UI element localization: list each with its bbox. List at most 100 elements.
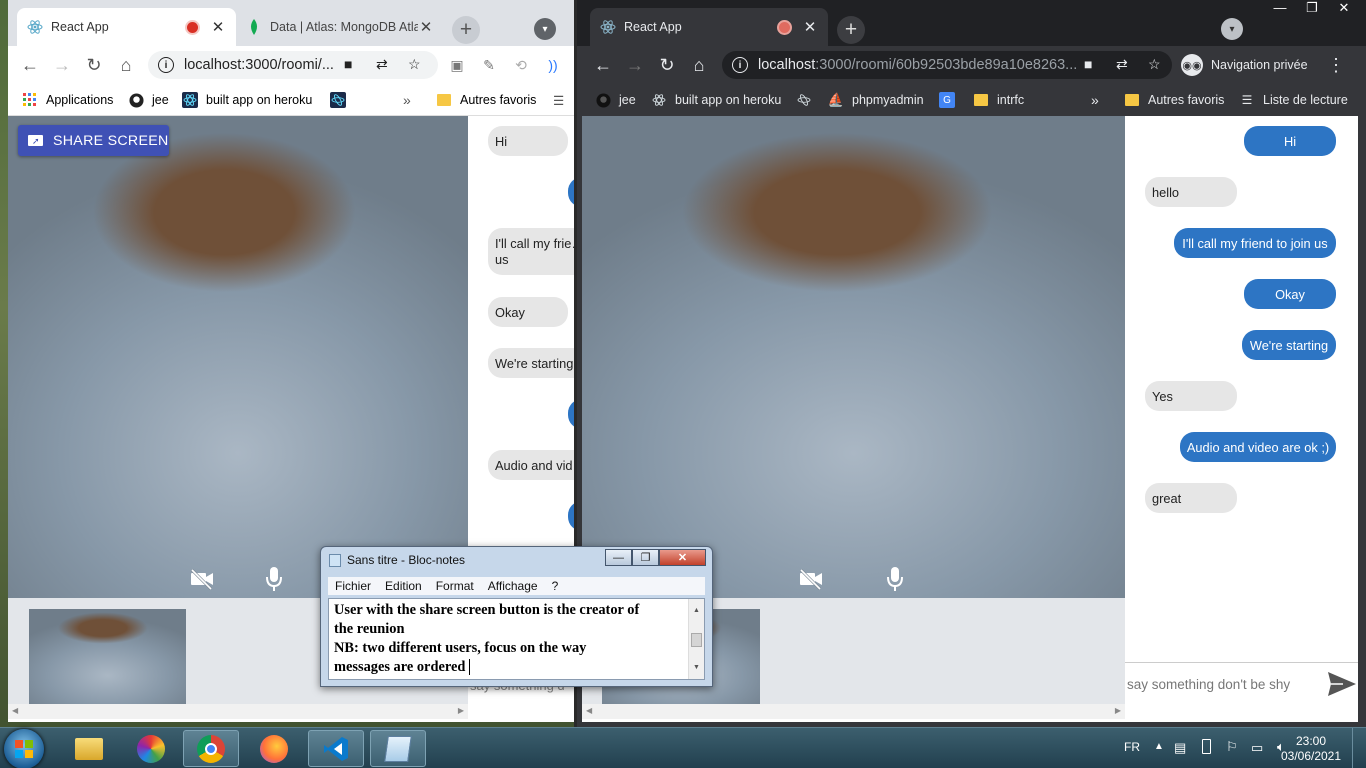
display-icon[interactable]: ▭ <box>1251 740 1263 756</box>
bookmark-intrfc[interactable]: intrfc <box>973 89 1024 111</box>
bookmark-heroku[interactable]: built app on heroku <box>651 89 781 111</box>
tab-search-icon[interactable]: ▾ <box>534 18 556 40</box>
reload-icon[interactable]: ↻ <box>82 53 106 77</box>
bookmark-heroku[interactable]: built app on heroku <box>182 89 312 111</box>
more-menu-icon[interactable]: ⋮ <box>1324 53 1348 77</box>
local-video <box>8 116 468 598</box>
phpmyadmin-icon: ⛵ <box>827 92 845 107</box>
menu-fichier[interactable]: Fichier <box>335 579 371 593</box>
bookmark-react[interactable] <box>330 89 354 111</box>
bookmark-label: Applications <box>46 93 114 107</box>
microphone-icon[interactable] <box>260 565 288 593</box>
close-tab-icon[interactable]: ✕ <box>802 18 818 36</box>
bookmark-jee[interactable]: jee <box>595 89 636 111</box>
participant-thumbnail[interactable] <box>29 609 186 704</box>
aperture-icon <box>137 734 165 763</box>
horizontal-scrollbar[interactable]: ◀ ▶ <box>8 704 468 719</box>
bookmark-other-favorites[interactable]: Autres favoris <box>436 89 536 111</box>
extension-icon[interactable]: ▣ <box>445 53 469 77</box>
send-icon[interactable] <box>1327 671 1357 697</box>
bookmark-star-icon[interactable]: ☆ <box>408 56 421 73</box>
back-icon[interactable]: ← <box>18 53 42 77</box>
action-center-icon[interactable]: ⚐ <box>1226 739 1238 755</box>
forward-icon[interactable]: → <box>50 53 74 77</box>
bookmark-other-favorites[interactable]: Autres favoris <box>1124 89 1224 111</box>
close-window-icon[interactable]: ✕ <box>1332 0 1356 16</box>
eyedropper-icon[interactable]: ✎ <box>477 53 501 77</box>
left-tab-mongodb[interactable]: Data | Atlas: MongoDB Atlas ✕ <box>236 8 444 46</box>
right-bookmarks-bar: jee built app on heroku ⛵ phpmyadmin G i… <box>577 84 1366 116</box>
bookmarks-overflow-icon[interactable]: » <box>403 89 411 111</box>
tab-search-icon[interactable]: ▾ <box>1221 18 1243 40</box>
tab-title: Data | Atlas: MongoDB Atlas <box>270 20 418 34</box>
taskbar-notepad[interactable] <box>370 730 426 767</box>
window-controls: — ❐ ✕ <box>1268 0 1356 16</box>
minimize-icon[interactable]: — <box>1268 0 1292 16</box>
share-screen-button[interactable]: ➚ SHARE SCREEN <box>18 125 169 156</box>
menu-edition[interactable]: Edition <box>385 579 422 593</box>
right-tab-strip: React App ✕ + ▾ <box>577 0 1366 46</box>
bookmark-jee[interactable]: jee <box>128 89 169 111</box>
taskbar-vscode[interactable] <box>308 730 364 767</box>
home-icon[interactable]: ⌂ <box>114 53 138 77</box>
reading-list-icon[interactable]: ☰ <box>553 89 564 111</box>
left-bookmarks-bar: Applications jee built app on heroku » A… <box>8 84 576 116</box>
translate-icon[interactable]: ⇄ <box>1116 56 1128 73</box>
maximize-icon[interactable]: ❐ <box>1300 0 1324 16</box>
show-hidden-icons-icon[interactable]: ▲ <box>1154 741 1164 752</box>
bookmark-phpmyadmin[interactable]: ⛵ phpmyadmin <box>828 89 924 111</box>
right-tab-react-app[interactable]: React App ✕ <box>590 8 828 46</box>
notepad-title: Sans titre - Bloc-notes <box>347 553 466 567</box>
site-info-icon[interactable]: i <box>732 57 748 73</box>
horizontal-scrollbar[interactable]: ◀ ▶ <box>582 704 1125 719</box>
camera-icon[interactable]: ■ <box>1084 56 1092 72</box>
left-tab-react-app[interactable]: React App ✕ <box>17 8 236 46</box>
windows-logo-icon <box>15 740 33 758</box>
vertical-scrollbar[interactable]: ▲ ▼ <box>688 599 704 679</box>
translate-icon[interactable]: ⇄ <box>376 56 388 73</box>
address-bar[interactable]: i localhost:3000/roomi/60b92503bde89a10e… <box>722 51 1172 79</box>
taskbar-explorer[interactable] <box>61 730 117 767</box>
battery-icon[interactable] <box>1202 739 1211 754</box>
forward-icon[interactable]: → <box>623 53 647 77</box>
menu-help[interactable]: ? <box>552 579 559 593</box>
minimize-button[interactable]: — <box>605 549 632 566</box>
menu-affichage[interactable]: Affichage <box>488 579 538 593</box>
notepad-text-area[interactable]: User with the share screen button is the… <box>328 598 705 680</box>
home-icon[interactable]: ⌂ <box>687 53 711 77</box>
show-desktop-button[interactable] <box>1352 728 1366 768</box>
site-info-icon[interactable]: i <box>158 57 174 73</box>
left-toolbar: ← → ↻ ⌂ i localhost:3000/roomi/... ■ ⇄ ☆… <box>8 46 576 84</box>
bookmark-translate[interactable]: G <box>939 89 963 111</box>
camera-off-icon[interactable] <box>797 565 825 593</box>
incognito-badge[interactable]: ◉◉ Navigation privée <box>1181 52 1308 78</box>
back-icon[interactable]: ← <box>591 53 615 77</box>
start-button[interactable] <box>4 729 44 768</box>
taskbar-photo-app[interactable] <box>123 730 179 767</box>
microphone-icon[interactable] <box>881 565 909 593</box>
clock[interactable]: 23:00 03/06/2021 <box>1280 734 1342 764</box>
bookmark-react[interactable] <box>796 89 820 111</box>
close-tab-icon[interactable]: ✕ <box>418 18 434 36</box>
network-icon[interactable]: ▤ <box>1174 740 1186 756</box>
camera-icon[interactable]: ■ <box>344 56 352 72</box>
chat-input[interactable]: say something don't be shy <box>1125 662 1358 706</box>
new-tab-icon[interactable]: + <box>837 16 865 44</box>
language-indicator[interactable]: FR <box>1124 740 1140 754</box>
maximize-button[interactable]: ❐ <box>632 549 659 566</box>
camera-off-icon[interactable] <box>188 565 216 593</box>
bookmark-star-icon[interactable]: ☆ <box>1148 56 1161 73</box>
close-button[interactable]: ✕ <box>659 549 706 566</box>
new-tab-icon[interactable]: + <box>452 16 480 44</box>
bookmarks-overflow-icon[interactable]: » <box>1091 89 1099 111</box>
reading-list[interactable]: ☰ Liste de lecture <box>1239 89 1348 111</box>
taskbar-chrome[interactable] <box>183 730 239 767</box>
share-extension-icon[interactable]: ⟲ <box>509 53 533 77</box>
bookmark-applications[interactable]: Applications <box>22 89 113 111</box>
address-bar[interactable]: i localhost:3000/roomi/... ■ ⇄ ☆ <box>148 51 438 79</box>
reload-icon[interactable]: ↻ <box>655 53 679 77</box>
close-tab-icon[interactable]: ✕ <box>210 18 226 36</box>
taskbar-firefox[interactable] <box>246 730 302 767</box>
menu-format[interactable]: Format <box>436 579 474 593</box>
wave-extension-icon[interactable]: )) <box>541 53 565 77</box>
